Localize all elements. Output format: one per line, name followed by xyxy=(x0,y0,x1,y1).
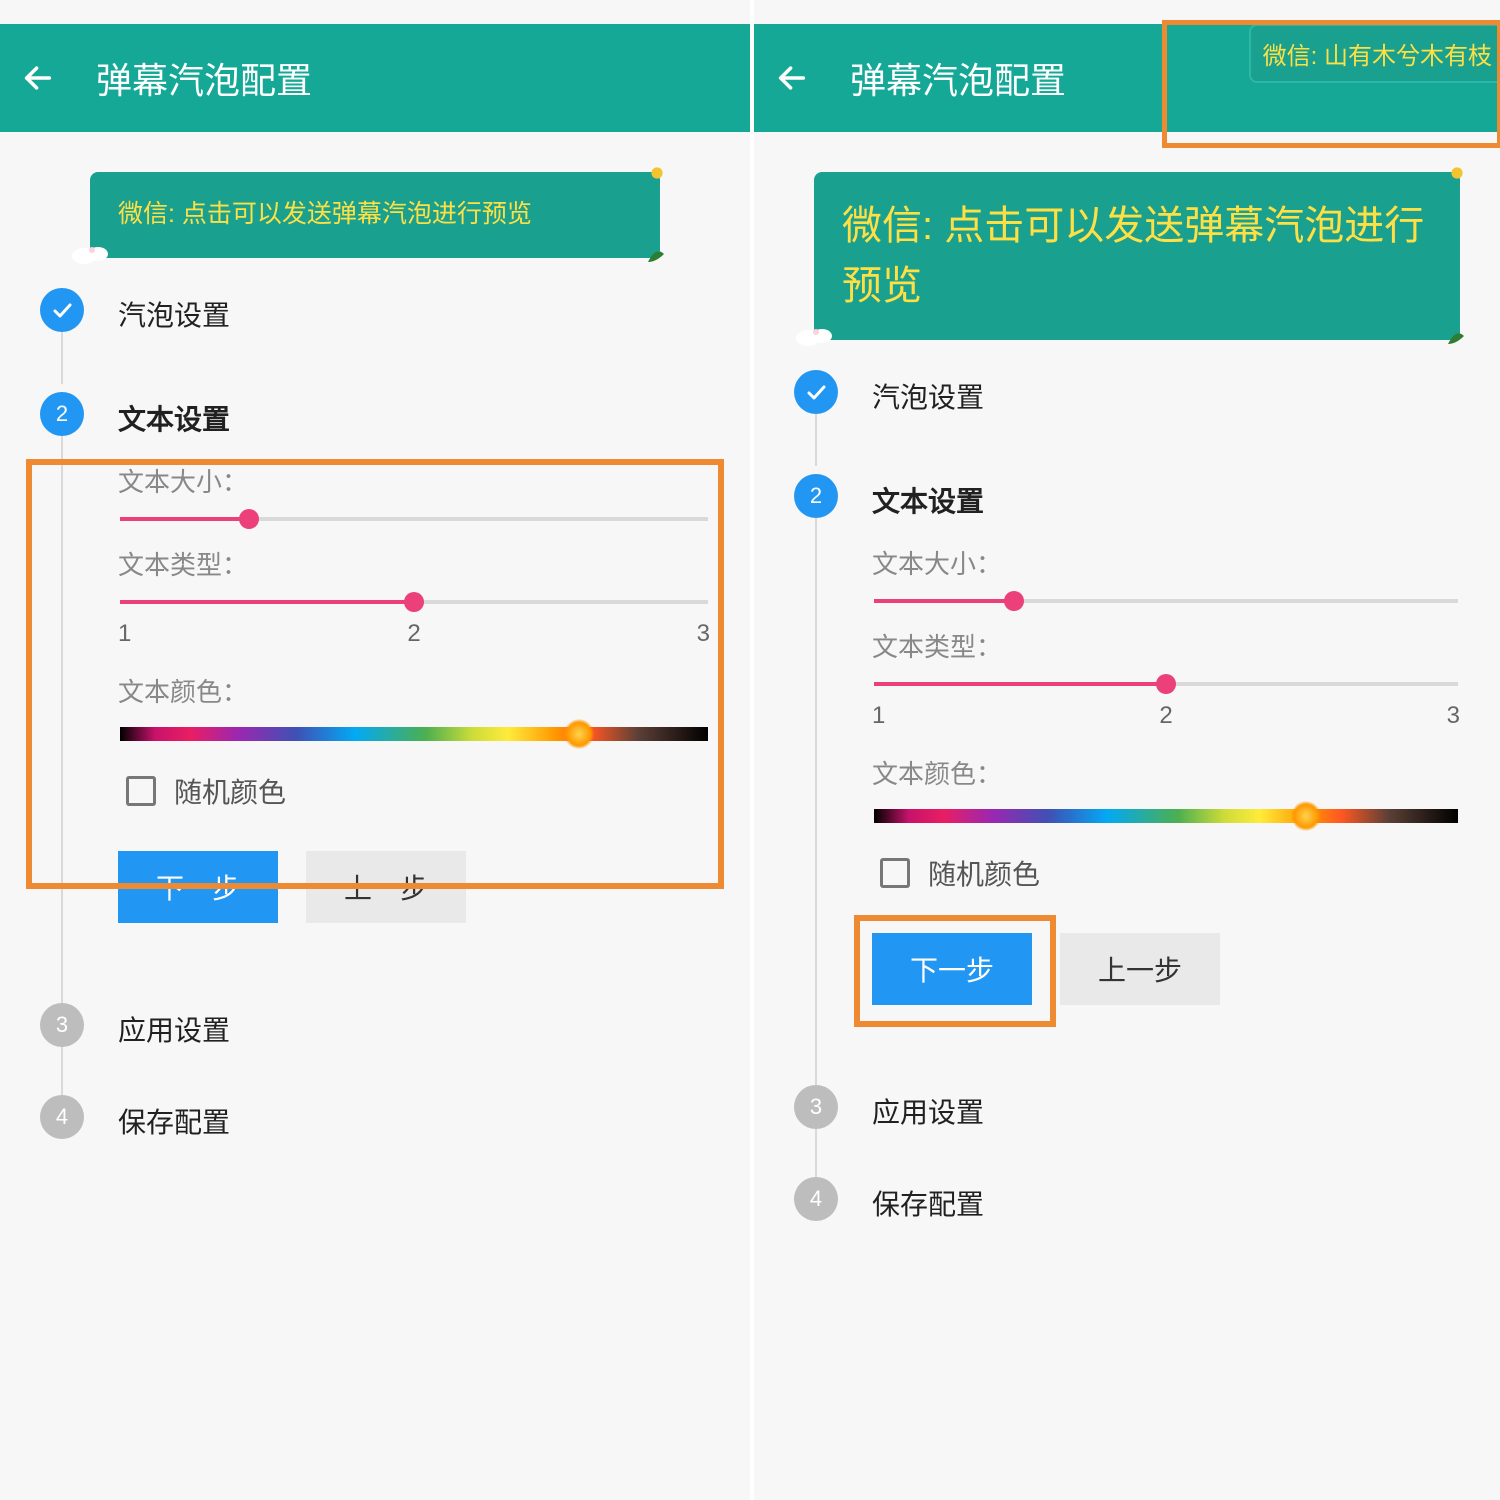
step-3-indicator: 3 xyxy=(794,1085,838,1129)
random-color-checkbox[interactable]: 随机颜色 xyxy=(880,853,1460,893)
step-4-indicator: 4 xyxy=(794,1177,838,1221)
step-3[interactable]: 3 应用设置 xyxy=(794,1085,1460,1177)
leaf-icon xyxy=(1446,326,1466,346)
check-icon xyxy=(50,298,74,322)
slider-thumb[interactable] xyxy=(239,509,259,529)
prev-button[interactable]: 上一步 xyxy=(306,851,466,923)
preview-bubble[interactable]: 微信: 点击可以发送弹幕汽泡进行预览 xyxy=(90,172,660,258)
text-color-label: 文本颜色： xyxy=(872,754,1460,791)
checkbox-icon xyxy=(126,776,156,806)
step-2: 2 文本设置 文本大小： 文本类型： 1 2 3 xyxy=(40,392,710,1003)
preview-area: 微信: 点击可以发送弹幕汽泡进行预览 xyxy=(0,132,750,268)
screen-left: 弹幕汽泡配置 微信: 点击可以发送弹幕汽泡进行预览 汽泡设置 2 文本设置 文本… xyxy=(0,0,750,1500)
text-color-slider[interactable] xyxy=(120,727,708,741)
slider-thumb[interactable] xyxy=(404,592,424,612)
step-1-indicator xyxy=(40,288,84,332)
text-size-label: 文本大小： xyxy=(872,544,1460,581)
step-3-title: 应用设置 xyxy=(872,1091,1460,1131)
check-icon xyxy=(804,380,828,404)
text-type-ticks: 1 2 3 xyxy=(872,702,1460,730)
text-size-slider[interactable] xyxy=(120,517,708,521)
text-type-label: 文本类型： xyxy=(118,545,710,582)
text-type-slider[interactable] xyxy=(874,682,1458,686)
step-4[interactable]: 4 保存配置 xyxy=(794,1177,1460,1229)
back-button[interactable] xyxy=(20,60,56,96)
stepper: 汽泡设置 2 文本设置 文本大小： 文本类型： 1 2 xyxy=(0,268,750,1147)
cloud-icon xyxy=(794,320,834,346)
step-1-title: 汽泡设置 xyxy=(872,376,1460,416)
preview-area: 微信: 点击可以发送弹幕汽泡进行预览 xyxy=(754,132,1500,350)
step-2: 2 文本设置 文本大小： 文本类型： 1 2 3 xyxy=(794,474,1460,1085)
preview-bubble[interactable]: 微信: 点击可以发送弹幕汽泡进行预览 xyxy=(814,172,1460,340)
leaf-icon xyxy=(646,244,666,264)
page-title: 弹幕汽泡配置 xyxy=(96,52,312,104)
next-button[interactable]: 下一步 xyxy=(118,851,278,923)
step-1[interactable]: 汽泡设置 xyxy=(794,370,1460,474)
arrow-left-icon xyxy=(775,61,809,95)
button-row: 下一步 上一步 xyxy=(872,933,1460,1005)
next-button[interactable]: 下一步 xyxy=(872,933,1032,1005)
step-2-title: 文本设置 xyxy=(118,398,710,438)
notification-bubble[interactable]: 微信: 山有木兮木有枝 xyxy=(1249,24,1500,83)
back-button[interactable] xyxy=(774,60,810,96)
color-thumb[interactable] xyxy=(564,719,594,749)
app-bar: 弹幕汽泡配置 xyxy=(0,24,750,132)
text-color-slider[interactable] xyxy=(874,809,1458,823)
button-row: 下一步 上一步 xyxy=(118,851,710,923)
cloud-icon xyxy=(70,238,110,264)
bell-icon xyxy=(650,166,664,180)
preview-text: 微信: 点击可以发送弹幕汽泡进行预览 xyxy=(842,204,1424,308)
text-size-slider[interactable] xyxy=(874,599,1458,603)
step-1[interactable]: 汽泡设置 xyxy=(40,288,710,392)
step-3-title: 应用设置 xyxy=(118,1009,710,1049)
text-color-label: 文本颜色： xyxy=(118,672,710,709)
step-2-title: 文本设置 xyxy=(872,480,1460,520)
screen-right: 弹幕汽泡配置 微信: 山有木兮木有枝 微信: 点击可以发送弹幕汽泡进行预览 汽泡… xyxy=(750,0,1500,1500)
text-type-slider[interactable] xyxy=(120,600,708,604)
step-4-title: 保存配置 xyxy=(872,1183,1460,1223)
bell-icon xyxy=(1450,166,1464,180)
slider-thumb[interactable] xyxy=(1156,674,1176,694)
stepper: 汽泡设置 2 文本设置 文本大小： 文本类型： 1 2 xyxy=(754,350,1500,1229)
text-type-label: 文本类型： xyxy=(872,627,1460,664)
text-type-ticks: 1 2 3 xyxy=(118,620,710,648)
step-3-indicator: 3 xyxy=(40,1003,84,1047)
step-4-indicator: 4 xyxy=(40,1095,84,1139)
prev-button[interactable]: 上一步 xyxy=(1060,933,1220,1005)
step-1-indicator xyxy=(794,370,838,414)
status-bar xyxy=(754,0,1500,24)
color-thumb[interactable] xyxy=(1291,801,1321,831)
page-title: 弹幕汽泡配置 xyxy=(850,52,1066,104)
step-2-indicator: 2 xyxy=(794,474,838,518)
step-4[interactable]: 4 保存配置 xyxy=(40,1095,710,1147)
step-4-title: 保存配置 xyxy=(118,1101,710,1141)
checkbox-icon xyxy=(880,858,910,888)
random-color-checkbox[interactable]: 随机颜色 xyxy=(126,771,710,811)
step-3[interactable]: 3 应用设置 xyxy=(40,1003,710,1095)
text-size-label: 文本大小： xyxy=(118,462,710,499)
arrow-left-icon xyxy=(21,61,55,95)
slider-thumb[interactable] xyxy=(1004,591,1024,611)
status-bar xyxy=(0,0,750,24)
step-1-title: 汽泡设置 xyxy=(118,294,710,334)
preview-text: 微信: 点击可以发送弹幕汽泡进行预览 xyxy=(118,200,532,228)
app-bar: 弹幕汽泡配置 微信: 山有木兮木有枝 xyxy=(754,24,1500,132)
step-2-indicator: 2 xyxy=(40,392,84,436)
